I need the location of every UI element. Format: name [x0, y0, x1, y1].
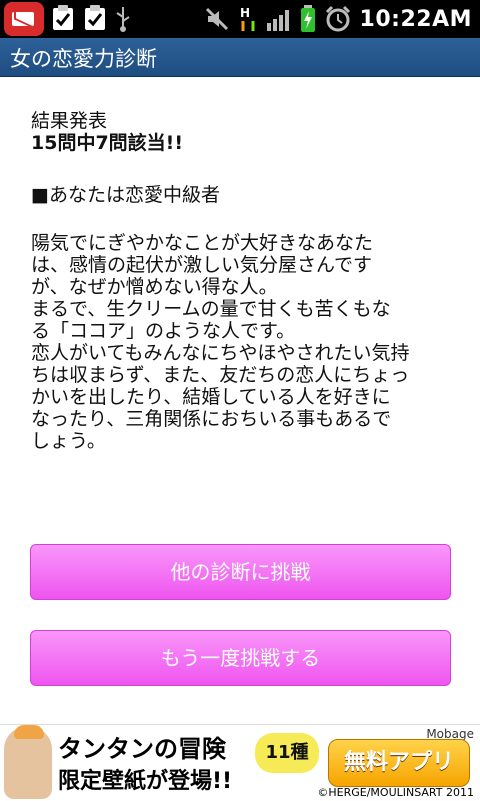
result-content: 結果発表 15問中7問該当!! ■あなたは恋愛中級者 陽気でにぎやかなことが大好…	[31, 110, 451, 452]
ad-subtitle: 限定壁紙が登場!!	[58, 769, 233, 794]
svg-text:H: H	[240, 6, 250, 20]
description-line: ちは収まらず、また、友だちの恋人にちょっ	[31, 364, 410, 386]
tintin-character-icon	[4, 725, 52, 799]
task-check-icon	[50, 5, 76, 33]
result-heading: 結果発表	[31, 110, 108, 132]
ad-copyright: ©HERGE/MOULINSART 2011	[317, 786, 474, 799]
task-check-icon	[82, 5, 108, 33]
description-line: 陽気でにぎやかなことが大好きなあなた	[31, 232, 374, 254]
status-bar: H 10:22AM	[0, 0, 480, 38]
result-description: 陽気でにぎやかなことが大好きなあなた は、感情の起伏が激しい気分屋さんです が、…	[31, 232, 451, 452]
ad-title: タンタンの冒険	[58, 735, 226, 763]
description-line: まるで、生クリームの量で甘くも苦くもな	[31, 298, 391, 320]
gmail-icon	[4, 2, 44, 36]
description-line: が、なぜか憎めない得な人。	[31, 276, 278, 298]
battery-charging-icon	[300, 5, 316, 33]
result-count: 15問中7問該当!!	[31, 132, 183, 154]
usb-icon	[114, 5, 132, 33]
free-app-button[interactable]: 無料アプリ	[328, 739, 470, 787]
ad-banner[interactable]: タンタンの冒険 限定壁紙が登場!! 11種 Mobage 無料アプリ ©HERG…	[0, 724, 480, 801]
h-signal-icon: H	[238, 5, 258, 33]
description-line: しょう。	[31, 430, 106, 452]
result-type-row: ■あなたは恋愛中級者	[31, 184, 451, 206]
alarm-icon	[324, 5, 352, 33]
status-icons: H 10:22AM	[204, 0, 472, 38]
description-line: 恋人がいてもみんなにちやほやされたい気持	[31, 342, 410, 364]
ad-badge: 11種	[255, 733, 319, 773]
notification-icons	[4, 2, 132, 36]
retry-button[interactable]: もう一度挑戦する	[30, 630, 451, 686]
app-title-bar: 女の恋愛力診断	[0, 38, 480, 77]
app-title: 女の恋愛力診断	[10, 47, 157, 71]
tintin-hair	[14, 725, 44, 739]
description-line: かいを出したり、結婚している人を好きに	[31, 386, 391, 408]
status-time: 10:22AM	[359, 6, 472, 32]
description-line: る「ココア」のような人です。	[31, 320, 296, 342]
description-line: は、感情の起伏が激しい気分屋さんです	[31, 254, 373, 276]
result-type: ■あなたは恋愛中級者	[31, 184, 220, 206]
mute-icon	[204, 6, 230, 32]
signal-bars-icon	[266, 7, 292, 31]
other-diagnosis-button[interactable]: 他の診断に挑戦	[30, 544, 451, 600]
description-line: なったり、三角関係におちいる事もあるで	[31, 408, 392, 430]
